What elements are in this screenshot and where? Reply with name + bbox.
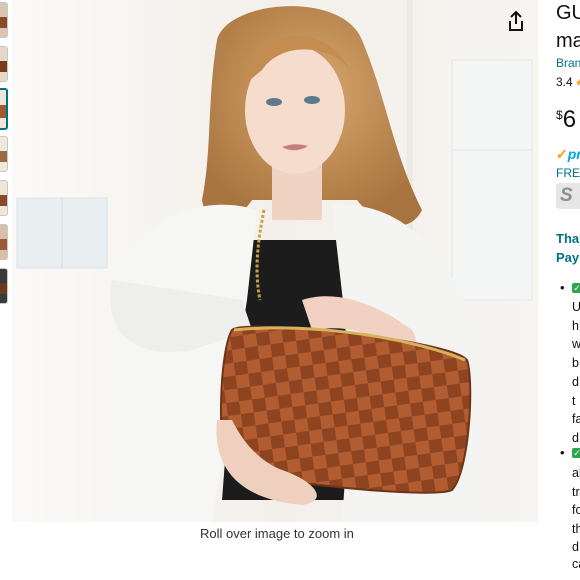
rating-value: 3.4	[556, 75, 573, 89]
thumbnail-swatch	[0, 150, 7, 163]
thumbnail-6[interactable]	[0, 224, 8, 260]
product-title-line-2[interactable]: ma	[556, 30, 580, 53]
main-product-image[interactable]	[12, 0, 538, 522]
bullet-1-fragment: h	[572, 319, 579, 333]
product-info-panel: GU ma Bran 3.4★ $6 ✓pr FREE S Than Pay •…	[548, 0, 580, 580]
product-title-line-1[interactable]: GU	[556, 2, 580, 25]
bullet-1-fragment: t	[572, 394, 576, 408]
thumbnail-1[interactable]	[0, 2, 8, 38]
thumbnail-swatch	[0, 60, 7, 73]
thumbnail-swatch	[0, 282, 7, 295]
thumbnail-swatch	[0, 16, 7, 29]
thumbnail-strip	[0, 0, 10, 310]
bullet-dot: •	[560, 280, 565, 295]
rating[interactable]: 3.4 ★	[556, 75, 580, 89]
save-button[interactable]: S	[556, 183, 580, 209]
bullet-1-fragment: fa	[572, 412, 580, 426]
thumbnail-2[interactable]	[0, 46, 8, 82]
check-icon: ✓	[572, 448, 580, 458]
brand-link[interactable]: Bran	[556, 56, 580, 70]
price-symbol: $	[556, 108, 563, 122]
thanks-line-1: Than	[556, 231, 580, 246]
bullet-2-fragment: d	[572, 540, 579, 554]
product-photo	[12, 0, 538, 522]
bullet-2-fragment: al	[572, 466, 580, 480]
bullet-2-fragment: fo	[572, 503, 580, 517]
share-icon[interactable]	[506, 10, 526, 32]
prime-label: pr	[567, 146, 580, 162]
thumbnail-swatch	[0, 194, 7, 207]
thanks-line-2: Pay	[556, 250, 580, 265]
thanks-pay-text: Than Pay	[556, 229, 580, 267]
bullet-1-fragment: w	[572, 337, 580, 351]
bullet-1-fragment: d	[572, 431, 579, 445]
star-icon: ★	[574, 78, 580, 89]
price-whole: 6	[562, 106, 577, 133]
thumbnail-4[interactable]	[0, 136, 8, 172]
bullet-1-fragment: d	[572, 375, 579, 389]
bullet-2-fragment: tr	[572, 485, 580, 499]
prime-check-icon: ✓	[556, 146, 568, 162]
bullet-1-fragment: U	[572, 300, 580, 314]
prime-badge: ✓pr	[556, 146, 580, 163]
thumbnail-5[interactable]	[0, 180, 8, 216]
bullet-2-fragment: ca	[572, 557, 580, 571]
free-delivery-text: FREE	[556, 166, 580, 180]
zoom-hint: Roll over image to zoom in	[200, 526, 354, 541]
bullet-2-fragment: th	[572, 522, 580, 536]
check-icon: ✓	[572, 283, 580, 293]
thumbnail-swatch	[0, 105, 6, 119]
thumbnail-3[interactable]	[0, 88, 8, 130]
thumbnail-swatch	[0, 238, 7, 251]
price: $6	[556, 106, 576, 134]
bullet-dot: •	[560, 445, 565, 460]
bullet-1-fragment: b	[572, 356, 579, 370]
thumbnail-7[interactable]	[0, 268, 8, 304]
